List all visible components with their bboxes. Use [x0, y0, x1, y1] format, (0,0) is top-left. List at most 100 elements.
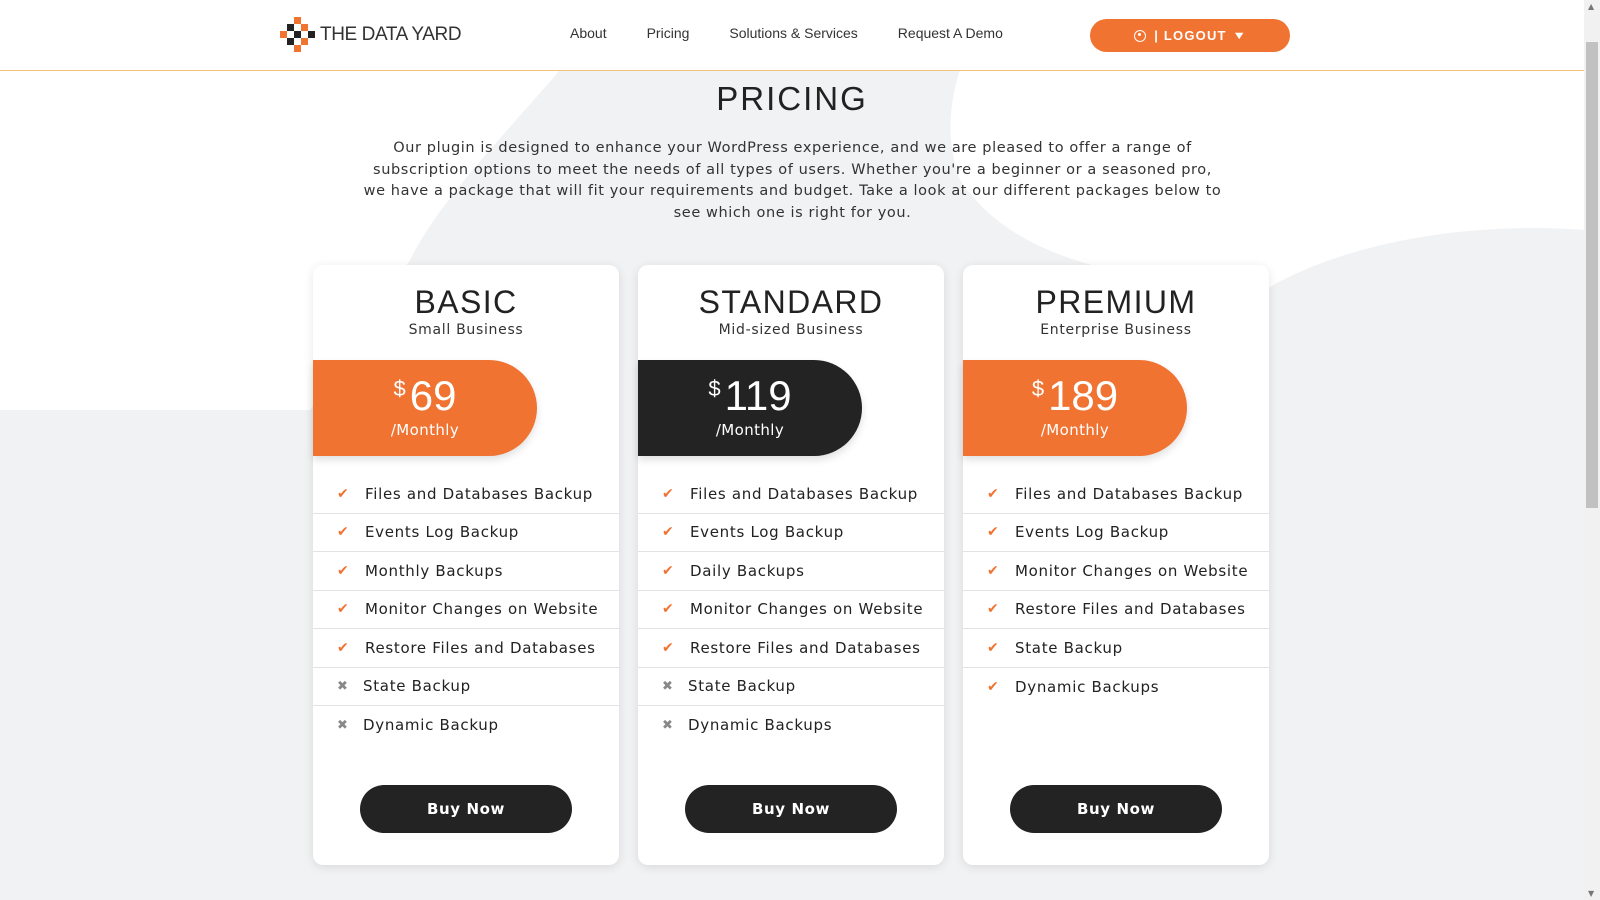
feature-item: ✔ Restore Files and Databases	[638, 629, 944, 668]
chevron-down-icon: ▼	[1231, 29, 1248, 42]
feature-item: ✔ Files and Databases Backup	[963, 475, 1269, 514]
main-nav: About Pricing Solutions & Services Reque…	[570, 25, 1043, 41]
price-period: /Monthly	[1040, 421, 1110, 439]
feature-label: Monitor Changes on Website	[690, 600, 924, 619]
price-amount: $189	[963, 372, 1187, 420]
cross-icon: ✖	[662, 717, 674, 733]
feature-label: Events Log Backup	[690, 523, 844, 542]
check-icon: ✔	[987, 639, 1000, 656]
intro-text: Our plugin is designed to enhance your W…	[363, 140, 1222, 221]
cross-icon: ✖	[337, 717, 349, 733]
plan-card-basic: BASIC Small Business $69 /Monthly ✔ Files…	[313, 265, 619, 865]
check-icon: ✔	[987, 524, 1000, 541]
check-icon: ✔	[987, 562, 1000, 579]
feature-item: ✖ Dynamic Backups	[638, 706, 944, 745]
check-icon: ✔	[662, 485, 675, 502]
check-icon: ✔	[987, 485, 1000, 502]
feature-item: ✔ Monitor Changes on Website	[313, 591, 619, 629]
feature-item: ✔ Monitor Changes on Website	[963, 552, 1269, 591]
feature-label: Events Log Backup	[1015, 523, 1169, 542]
check-icon: ✔	[662, 562, 675, 579]
nav-link-pricing[interactable]: Pricing	[647, 25, 690, 41]
nav-link-request-demo[interactable]: Request A Demo	[898, 25, 1003, 41]
feature-label: Dynamic Backups	[688, 716, 833, 735]
currency-symbol: $	[393, 376, 406, 401]
price-value: 189	[1048, 372, 1119, 419]
logo-text: THE DATA YARD	[320, 24, 462, 45]
price-amount: $119	[638, 372, 862, 420]
currency-symbol: $	[1031, 376, 1045, 401]
check-icon: ✔	[337, 601, 350, 618]
feature-label: State Backup	[363, 677, 471, 696]
scroll-up-arrow-icon[interactable]: ▲	[1588, 2, 1594, 11]
price-period: /Monthly	[390, 421, 460, 439]
check-icon: ✔	[987, 601, 1000, 618]
feature-item: ✔ Files and Databases Backup	[313, 475, 619, 514]
user-circle-icon	[1134, 29, 1147, 42]
check-icon: ✔	[337, 562, 350, 579]
check-icon: ✔	[987, 678, 1000, 695]
price-tag: $69 /Monthly	[313, 360, 537, 456]
feature-label: Daily Backups	[690, 561, 805, 580]
feature-label: Restore Files and Databases	[690, 638, 921, 657]
check-icon: ✔	[662, 524, 675, 541]
feature-item: ✖ Dynamic Backup	[313, 706, 619, 745]
logout-label: | LOGOUT	[1154, 28, 1227, 43]
plan-subtitle: Mid-sized Business	[718, 322, 864, 338]
feature-item: ✔ Events Log Backup	[638, 514, 944, 552]
price-period: /Monthly	[715, 421, 785, 439]
cross-icon: ✖	[662, 678, 674, 694]
feature-item: ✔ Restore Files and Databases	[313, 629, 619, 668]
price-value: 69	[409, 372, 457, 419]
feature-list: ✔ Files and Databases Backup ✔ Events Log B…	[963, 475, 1269, 706]
buy-now-button-premium[interactable]: Buy Now	[1010, 785, 1222, 833]
plan-subtitle: Small Business	[408, 322, 524, 338]
feature-item: ✔ Events Log Backup	[313, 514, 619, 552]
feature-label: Events Log Backup	[365, 523, 519, 542]
feature-label: Monitor Changes on Website	[365, 600, 599, 619]
feature-label: Dynamic Backups	[1015, 677, 1160, 696]
feature-label: Files and Databases Backup	[365, 484, 594, 503]
plan-name: PREMIUM	[1035, 284, 1197, 320]
plan-subtitle: Enterprise Business	[1040, 322, 1192, 338]
check-icon: ✔	[662, 601, 675, 618]
feature-item: ✔ Monthly Backups	[313, 552, 619, 591]
check-icon: ✔	[337, 485, 350, 502]
feature-item: ✖ State Backup	[638, 668, 944, 706]
plan-name: BASIC	[414, 284, 518, 320]
plan-card-premium: PREMIUM Enterprise Business $189 /Monthl…	[963, 265, 1269, 865]
feature-label: Monthly Backups	[365, 561, 504, 580]
nav-link-solutions[interactable]: Solutions & Services	[729, 25, 857, 41]
price-tag: $189 /Monthly	[963, 360, 1187, 456]
scrollbar[interactable]: ▲ ▼	[1584, 0, 1600, 900]
scroll-down-arrow-icon[interactable]: ▼	[1588, 889, 1594, 898]
feature-item: ✖ State Backup	[313, 668, 619, 706]
feature-list: ✔ Files and Databases Backup ✔ Events Log B…	[313, 475, 619, 745]
buy-now-button-standard[interactable]: Buy Now	[685, 785, 897, 833]
logo-mark-icon	[280, 17, 316, 53]
cross-icon: ✖	[337, 678, 349, 694]
feature-item: ✔ Daily Backups	[638, 552, 944, 591]
scrollbar-thumb[interactable]	[1586, 42, 1598, 508]
logo[interactable]: THE DATA YARD	[280, 17, 462, 53]
feature-label: Files and Databases Backup	[1015, 484, 1244, 503]
buy-now-button-basic[interactable]: Buy Now	[360, 785, 572, 833]
plan-name: STANDARD	[698, 284, 884, 320]
check-icon: ✔	[337, 639, 350, 656]
feature-label: Restore Files and Databases	[365, 638, 596, 657]
feature-item: ✔ Events Log Backup	[963, 514, 1269, 552]
logout-button[interactable]: | LOGOUT ▼	[1090, 19, 1290, 52]
feature-label: Dynamic Backup	[363, 716, 499, 735]
nav-link-about[interactable]: About	[570, 25, 607, 41]
price-value: 119	[724, 372, 792, 419]
check-icon: ✔	[662, 639, 675, 656]
check-icon: ✔	[337, 524, 350, 541]
feature-item: ✔ Monitor Changes on Website	[638, 591, 944, 629]
feature-label: Monitor Changes on Website	[1015, 561, 1249, 580]
feature-label: Restore Files and Databases	[1015, 600, 1246, 619]
plan-card-standard: STANDARD Mid-sized Business $119 /Monthl…	[638, 265, 944, 865]
currency-symbol: $	[708, 376, 721, 401]
site-header: THE DATA YARD About Pricing Solutions & …	[0, 0, 1584, 71]
page-title: PRICING	[716, 80, 868, 117]
feature-item: ✔ Files and Databases Backup	[638, 475, 944, 514]
